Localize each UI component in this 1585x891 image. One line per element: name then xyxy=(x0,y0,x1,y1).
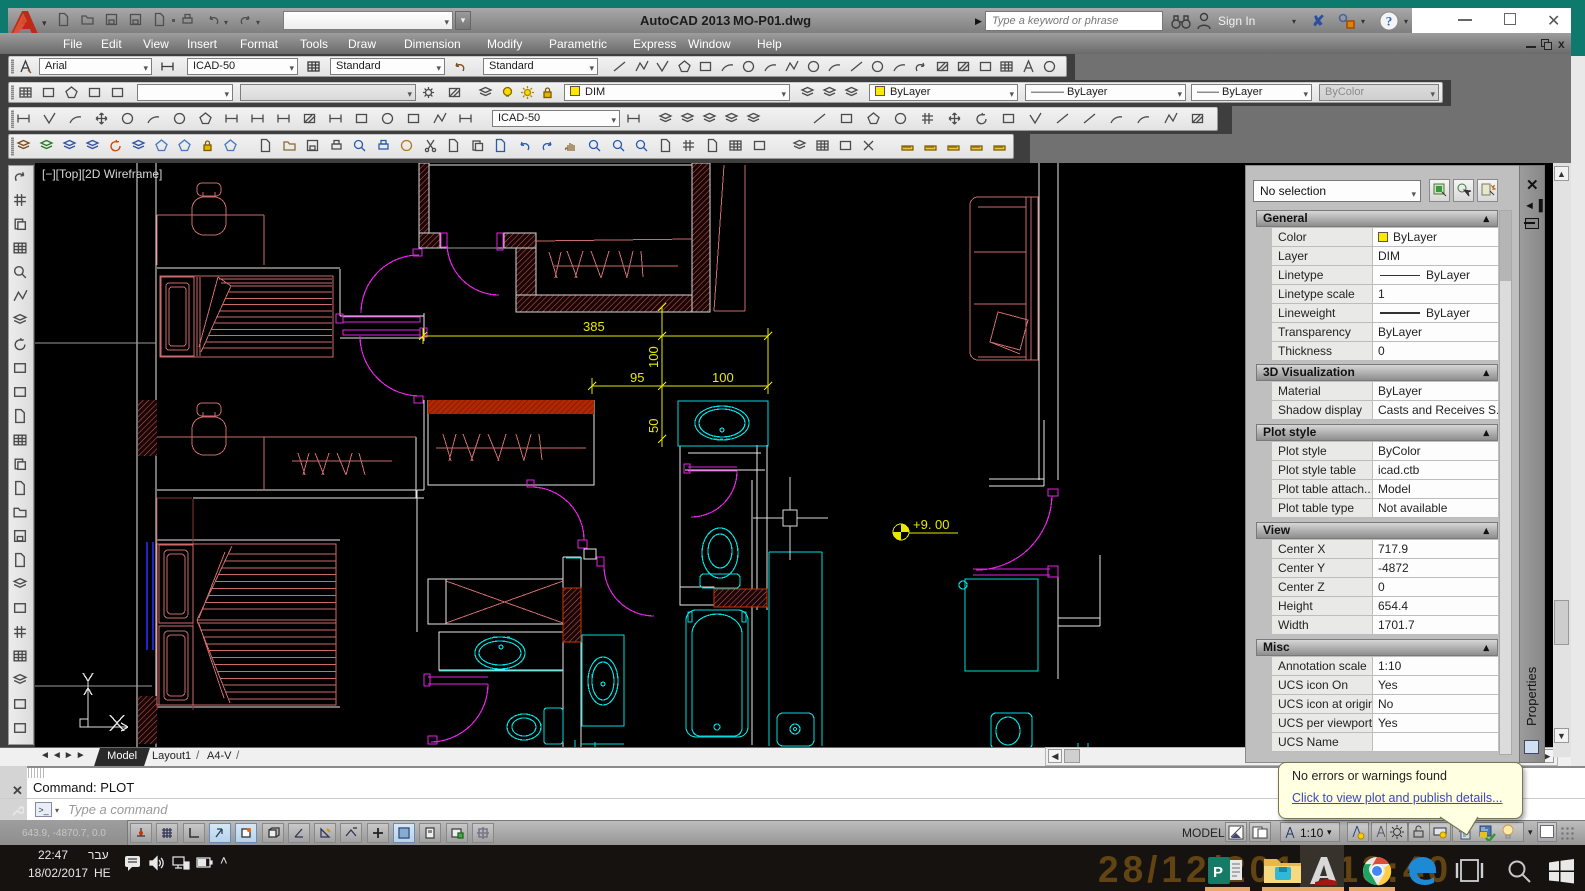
svg-text:+9. 00: +9. 00 xyxy=(913,517,950,532)
svg-text:P: P xyxy=(1213,864,1223,881)
svg-text:50: 50 xyxy=(646,419,661,433)
svg-text:?: ? xyxy=(1386,14,1393,29)
svg-text:100: 100 xyxy=(712,370,734,385)
svg-text:95: 95 xyxy=(630,370,644,385)
svg-text:385: 385 xyxy=(583,319,605,334)
svg-text:100: 100 xyxy=(646,346,661,368)
